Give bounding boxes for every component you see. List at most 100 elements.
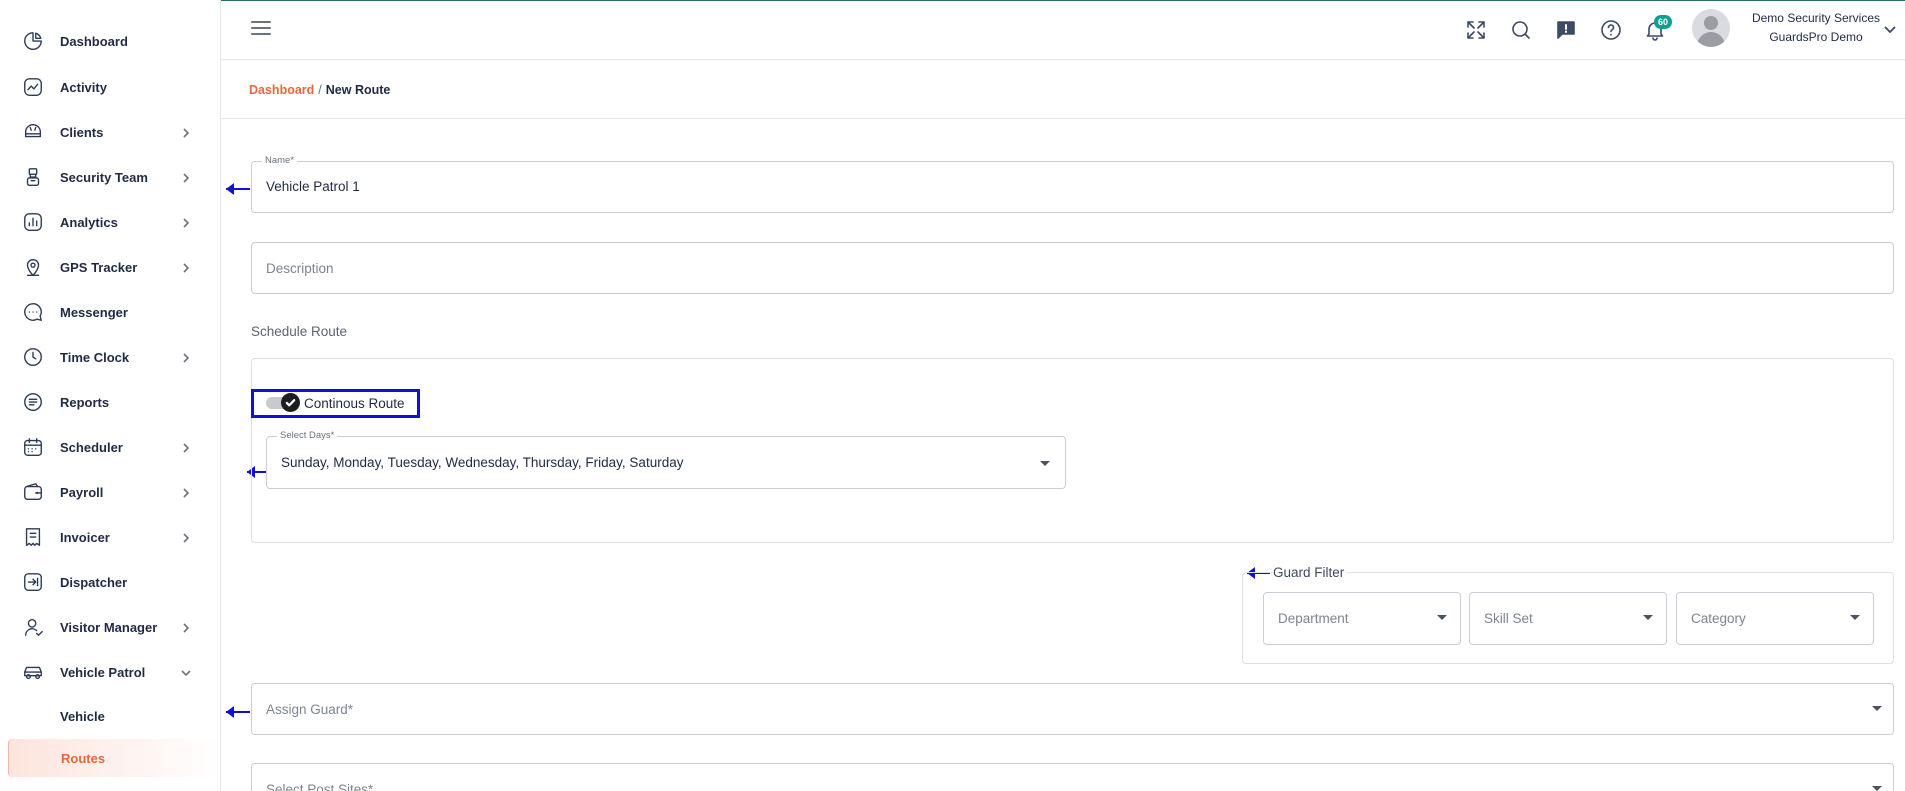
- dispatcher-icon: [22, 571, 44, 593]
- sidebar-item-invoicer[interactable]: Invoicer: [0, 518, 221, 556]
- chevron-right-icon: [180, 171, 192, 183]
- chevron-right-icon: [180, 531, 192, 543]
- dropdown-caret-icon: [1643, 615, 1653, 620]
- sidebar-item-label: Analytics: [60, 214, 118, 230]
- activity-icon: [22, 76, 44, 98]
- sidebar-subitem-vehicle[interactable]: Vehicle: [8, 697, 220, 735]
- sidebar-item-label: Visitor Manager: [60, 619, 158, 635]
- sidebar-item-clients[interactable]: Clients: [0, 113, 221, 151]
- sidebar-subitem-label: Routes: [61, 750, 106, 766]
- sidebar-item-activity[interactable]: Activity: [0, 68, 221, 106]
- category-select[interactable]: Category: [1676, 592, 1874, 645]
- dashboard-icon: [22, 30, 44, 52]
- user-name: Demo Security Services: [1751, 11, 1881, 25]
- notification-badge: 60: [1654, 15, 1672, 29]
- annotation-arrow: [224, 705, 252, 719]
- sidebar-item-security-team[interactable]: Security Team: [0, 158, 221, 196]
- sidebar-item-label: Activity: [60, 79, 107, 95]
- chevron-right-icon: [180, 126, 192, 138]
- sidebar-item-label: Reports: [60, 394, 110, 410]
- scheduler-icon: [22, 436, 44, 458]
- select-days-value: Sunday, Monday, Tuesday, Wednesday, Thur…: [281, 455, 684, 470]
- sidebar-item-dashboard[interactable]: Dashboard: [0, 22, 221, 60]
- user-organization: GuardsPro Demo: [1769, 30, 1863, 44]
- menu-toggle-icon[interactable]: [251, 21, 271, 39]
- sidebar-item-payroll[interactable]: Payroll: [0, 473, 221, 511]
- dropdown-caret-icon: [1040, 461, 1050, 466]
- category-placeholder: Category: [1691, 611, 1746, 626]
- guard-filter-title: Guard Filter: [1270, 565, 1348, 580]
- post-sites-placeholder: Select Post Sites*: [266, 782, 374, 791]
- dropdown-caret-icon: [1437, 615, 1447, 620]
- assign-guard-select[interactable]: Assign Guard*: [251, 683, 1894, 735]
- chevron-right-icon: [180, 216, 192, 228]
- sidebar-item-time-clock[interactable]: Time Clock: [0, 338, 221, 376]
- sidebar-item-label: Security Team: [60, 169, 148, 185]
- sidebar-subitem-label: Vehicle: [60, 708, 105, 724]
- chevron-right-icon: [180, 621, 192, 633]
- avatar[interactable]: [1692, 9, 1730, 47]
- sidebar-item-messenger[interactable]: Messenger: [0, 293, 221, 331]
- chevron-down-icon: [180, 666, 192, 678]
- schedule-route-title: Schedule Route: [251, 324, 348, 339]
- clients-icon: [22, 121, 44, 143]
- sidebar-item-label: Vehicle Patrol: [60, 664, 146, 680]
- sidebar-item-gps-tracker[interactable]: GPS Tracker: [0, 248, 221, 286]
- search-icon[interactable]: [1509, 18, 1533, 42]
- breadcrumb-current: New Route: [325, 83, 391, 97]
- annotation-arrow: [224, 182, 252, 196]
- invoicer-icon: [22, 526, 44, 548]
- sidebar-item-dispatcher[interactable]: Dispatcher: [0, 563, 221, 601]
- sidebar-subitem-routes[interactable]: Routes: [8, 739, 220, 777]
- fullscreen-icon[interactable]: [1464, 18, 1488, 42]
- skill-set-select[interactable]: Skill Set: [1469, 592, 1667, 645]
- chevron-right-icon: [180, 441, 192, 453]
- sidebar-item-label: Dashboard: [60, 33, 128, 49]
- select-days-dropdown[interactable]: Select Days* Sunday, Monday, Tuesday, We…: [266, 430, 1066, 489]
- dropdown-caret-icon: [1872, 786, 1882, 791]
- sidebar-item-label: Payroll: [60, 484, 104, 500]
- analytics-icon: [22, 211, 44, 233]
- post-sites-select[interactable]: Select Post Sites*: [251, 763, 1894, 791]
- continuous-route-toggle-knob[interactable]: [281, 393, 300, 412]
- sidebar-item-reports[interactable]: Reports: [0, 383, 221, 421]
- reports-icon: [22, 391, 44, 413]
- sidebar-item-analytics[interactable]: Analytics: [0, 203, 221, 241]
- select-days-legend: Select Days*: [277, 430, 338, 441]
- sidebar-item-label: Invoicer: [60, 529, 110, 545]
- sidebar-item-label: Messenger: [60, 304, 128, 320]
- sidebar-item-label: Dispatcher: [60, 574, 128, 590]
- assign-guard-placeholder: Assign Guard*: [266, 702, 354, 717]
- skill-set-placeholder: Skill Set: [1484, 611, 1533, 626]
- sidebar: Dashboard Activity Clients Security Team…: [0, 0, 221, 791]
- time-clock-icon: [22, 346, 44, 368]
- dropdown-caret-icon: [1850, 615, 1860, 620]
- breadcrumb-dashboard-link[interactable]: Dashboard: [249, 83, 314, 97]
- chevron-right-icon: [180, 351, 192, 363]
- name-field-legend: Name*: [262, 155, 298, 166]
- continuous-route-label: Continous Route: [304, 396, 405, 411]
- help-icon[interactable]: [1599, 18, 1623, 42]
- sidebar-item-vehicle-patrol[interactable]: Vehicle Patrol: [0, 653, 221, 691]
- breadcrumb-separator: /: [318, 83, 322, 97]
- feedback-icon[interactable]: [1554, 18, 1578, 42]
- breadcrumb: Dashboard / New Route: [249, 83, 390, 97]
- security-team-icon: [22, 166, 44, 188]
- sidebar-item-scheduler[interactable]: Scheduler: [0, 428, 221, 466]
- divider: [221, 118, 1905, 119]
- department-placeholder: Department: [1278, 611, 1349, 626]
- dropdown-caret-icon: [1872, 706, 1882, 711]
- messenger-icon: [22, 301, 44, 323]
- sidebar-item-label: GPS Tracker: [60, 259, 138, 275]
- gps-tracker-icon: [22, 256, 44, 278]
- sidebar-item-label: Clients: [60, 124, 104, 140]
- sidebar-item-label: Time Clock: [60, 349, 130, 365]
- department-select[interactable]: Department: [1263, 592, 1461, 645]
- vehicle-patrol-icon: [22, 661, 44, 683]
- name-field[interactable]: Name* Vehicle Patrol 1: [251, 155, 1894, 213]
- name-field-value: Vehicle Patrol 1: [266, 179, 360, 194]
- chevron-down-icon[interactable]: [1883, 22, 1897, 36]
- description-field[interactable]: Description: [251, 242, 1894, 294]
- top-header: 60 Demo Security Services GuardsPro Demo: [221, 0, 1905, 60]
- sidebar-item-visitor-manager[interactable]: Visitor Manager: [0, 608, 221, 646]
